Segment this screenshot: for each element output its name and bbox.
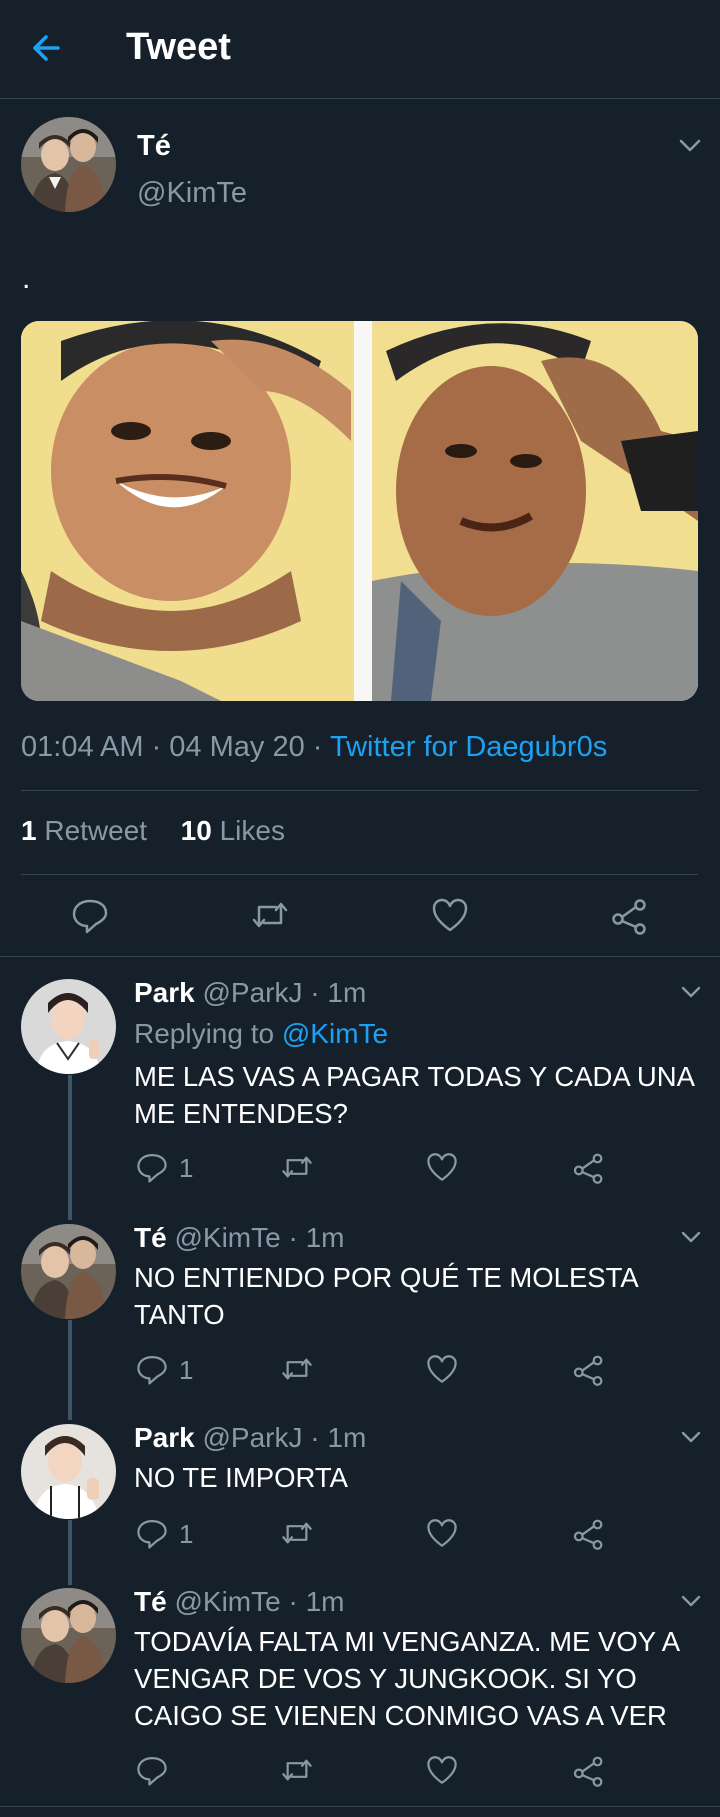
thread-line [68, 1075, 72, 1220]
retweet-icon[interactable] [280, 1753, 314, 1787]
avatar[interactable] [21, 117, 116, 212]
reply-author-name[interactable]: Té [134, 1586, 167, 1617]
divider [0, 1806, 720, 1807]
author-handle[interactable]: @KimTe [137, 177, 247, 210]
avatar[interactable] [21, 1424, 116, 1519]
share-icon[interactable] [572, 1352, 606, 1386]
like-icon[interactable] [425, 1753, 459, 1787]
reply-count: 1 [179, 1355, 194, 1385]
retweet-icon[interactable] [250, 895, 290, 935]
like-icon[interactable] [425, 1516, 459, 1550]
tweet-stats: 1 Retweet 10 Likes [21, 815, 285, 847]
retweet-icon[interactable] [280, 1150, 314, 1184]
reply-handle-time[interactable]: @ParkJ · 1m [203, 1422, 367, 1453]
reply-author-name[interactable]: Park [134, 977, 195, 1008]
reply-handle-time[interactable]: @ParkJ · 1m [203, 977, 367, 1008]
reply-icon[interactable] [135, 1516, 169, 1550]
page-title: Tweet [126, 26, 231, 68]
reply-count: 1 [179, 1519, 194, 1549]
chevron-down-icon[interactable] [677, 981, 705, 1003]
avatar[interactable] [21, 1224, 116, 1319]
chevron-down-icon[interactable] [677, 1590, 705, 1612]
avatar[interactable] [21, 979, 116, 1074]
retweet-icon[interactable] [280, 1352, 314, 1386]
thread-line [68, 1320, 72, 1420]
thread-line [68, 1520, 72, 1585]
reply-icon[interactable] [135, 1150, 169, 1184]
reply-handle-time[interactable]: @KimTe · 1m [174, 1222, 344, 1253]
tweet-timestamp: 01:04 AM · 04 May 20 · [21, 731, 323, 763]
reply-author-name[interactable]: Té [134, 1222, 167, 1253]
divider [21, 874, 698, 875]
reply-text: NO ENTIENDO POR QUÉ TE MOLESTA TANTO [134, 1262, 638, 1330]
divider [0, 956, 720, 957]
reply-handle-time[interactable]: @KimTe · 1m [174, 1586, 344, 1617]
tweet-meta: 01:04 AM · 04 May 20 · Twitter for Daegu… [21, 731, 607, 764]
replying-to-link[interactable]: @KimTe [282, 1018, 388, 1049]
tweet-source-link[interactable]: Twitter for Daegubr0s [330, 731, 607, 763]
like-count[interactable]: 10 [181, 815, 212, 846]
share-icon[interactable] [610, 895, 650, 935]
divider [21, 790, 698, 791]
like-label[interactable]: Likes [220, 815, 285, 846]
reply-count: 1 [179, 1153, 194, 1183]
tweet-media[interactable] [21, 321, 698, 701]
chevron-down-icon[interactable] [677, 1426, 705, 1448]
replying-to-label: Replying to [134, 1018, 275, 1049]
like-icon[interactable] [425, 1352, 459, 1386]
share-icon[interactable] [572, 1150, 606, 1184]
reply-text: NO TE IMPORTA [134, 1462, 348, 1493]
retweet-icon[interactable] [280, 1516, 314, 1550]
like-icon[interactable] [425, 1150, 459, 1184]
like-icon[interactable] [430, 895, 470, 935]
chevron-down-icon[interactable] [675, 133, 705, 157]
retweet-count[interactable]: 1 [21, 815, 37, 846]
divider [0, 98, 720, 99]
reply-text: TODAVÍA FALTA MI VENGANZA. ME VOY A VENG… [134, 1626, 679, 1731]
avatar[interactable] [21, 1588, 116, 1683]
reply-icon[interactable] [70, 895, 110, 935]
author-name[interactable]: Té [137, 130, 171, 163]
top-bar: Tweet [0, 0, 720, 98]
reply-text: ME LAS VAS A PAGAR TODAS Y CADA UNA ME E… [134, 1061, 694, 1129]
back-arrow-icon[interactable] [28, 28, 68, 68]
reply-author-name[interactable]: Park [134, 1422, 195, 1453]
retweet-label[interactable]: Retweet [44, 815, 147, 846]
chevron-down-icon[interactable] [677, 1226, 705, 1248]
reply-icon[interactable] [135, 1352, 169, 1386]
share-icon[interactable] [572, 1753, 606, 1787]
reply-icon[interactable] [135, 1753, 169, 1787]
tweet-text: . [22, 262, 31, 295]
share-icon[interactable] [572, 1516, 606, 1550]
